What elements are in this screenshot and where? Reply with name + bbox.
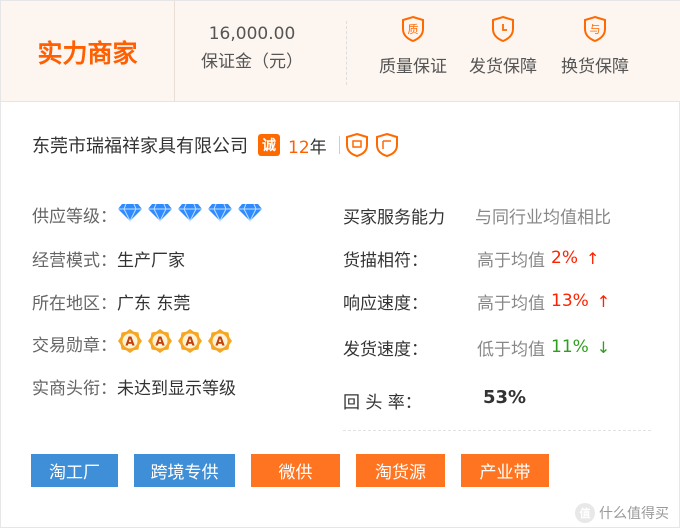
svg-text:A: A [215, 334, 225, 348]
arrow-up-icon: ↑ [596, 291, 611, 311]
company-line: 东莞市瑞福祥家具有限公司 诚 12年 [32, 131, 400, 159]
supply-level-diamonds [117, 202, 267, 227]
medal-icon: A [118, 328, 142, 353]
region-value: 广东 东莞 [117, 293, 191, 314]
service-row-label: 货描相符： [343, 250, 428, 271]
deposit-label: 保证金（元） [201, 52, 303, 72]
service-row-response: 响应速度： 高于均值 13% ↑ [343, 288, 610, 314]
diamond-icon [148, 203, 172, 222]
header-divider [346, 21, 347, 85]
merchant-title-row: 实商头衔： 未达到显示等级 [32, 373, 236, 399]
medal-icon: A [178, 328, 202, 353]
business-mode-row: 经营模式： 生产厂家 [32, 245, 185, 271]
years-badge: 12年 [288, 133, 327, 158]
guarantee-exchange[interactable]: 与 换货保障 [549, 15, 641, 77]
diamond-icon [208, 203, 232, 222]
supplier-header: 实力商家 16,000.00 保证金（元） 质 质量保证 发货保障 与 换货保障 [1, 1, 680, 102]
watermark: 值 什么值得买 [575, 503, 669, 523]
service-row-label: 发货速度： [343, 339, 428, 360]
shield-outline-icon[interactable] [374, 132, 400, 158]
merchant-title-label: 实商头衔： [32, 378, 117, 399]
trade-medals: AAAA [117, 328, 237, 359]
arrow-down-icon: ↓ [596, 337, 611, 357]
supply-level-label: 供应等级： [32, 206, 117, 227]
service-row-percent: 13% [551, 291, 589, 311]
diamond-icon [178, 203, 202, 222]
watermark-text: 什么值得买 [599, 506, 669, 522]
region-row: 所在地区： 广东 东莞 [32, 288, 190, 314]
quality-shield-icon: 质 [402, 15, 424, 43]
arrow-up-icon: ↑ [585, 248, 600, 268]
trade-medal-row: 交易勋章： A A A A [32, 328, 237, 359]
years-unit: 年 [309, 137, 327, 158]
guarantee-delivery-label: 发货保障 [469, 57, 537, 77]
guarantee-quality-label: 质量保证 [379, 57, 447, 77]
guarantee-quality[interactable]: 质 质量保证 [367, 15, 459, 77]
company-name[interactable]: 东莞市瑞福祥家具有限公司 [32, 132, 248, 158]
service-row-description: 货描相符： 高于均值 2% ↑ [343, 245, 599, 271]
service-row-percent: 11% [551, 337, 589, 357]
brand-title: 实力商家 [37, 38, 138, 68]
service-title: 买家服务能力 [343, 208, 445, 228]
bao-guarantee-icon[interactable] [344, 132, 370, 158]
svg-text:与: 与 [590, 23, 601, 36]
merchant-title-value: 未达到显示等级 [117, 378, 236, 399]
cheng-badge-icon: 诚 [258, 134, 280, 156]
service-row-compare: 高于均值 [477, 293, 545, 314]
service-row-compare: 高于均值 [477, 250, 545, 271]
supply-level-row: 供应等级： [32, 201, 267, 227]
repeat-rate-row: 回 头 率： [343, 387, 477, 413]
business-mode-label: 经营模式： [32, 250, 117, 271]
years-number: 12 [288, 137, 310, 158]
company-separator [338, 136, 340, 154]
deposit-block: 16,000.00 保证金（元） [187, 23, 317, 73]
medal-icon: A [148, 328, 172, 353]
service-divider [343, 430, 651, 431]
tag-industry-belt[interactable]: 产业带 [461, 454, 549, 487]
guarantee-exchange-label: 换货保障 [561, 57, 629, 77]
brand-block[interactable]: 实力商家 [1, 1, 175, 102]
service-row-percent: 2% [551, 248, 578, 268]
svg-text:A: A [185, 334, 195, 348]
deposit-amount: 16,000.00 [208, 24, 296, 44]
svg-text:质: 质 [408, 23, 419, 36]
exchange-icon: 与 [584, 15, 606, 43]
diamond-icon [238, 203, 262, 222]
svg-text:A: A [155, 334, 165, 348]
service-row-compare: 低于均值 [477, 339, 545, 360]
repeat-rate-value: 53% [483, 387, 527, 408]
tag-taogongchang[interactable]: 淘工厂 [31, 454, 118, 487]
watermark-logo-icon: 值 [575, 503, 595, 523]
repeat-rate-label: 回 头 率： [343, 392, 422, 413]
region-label: 所在地区： [32, 293, 117, 314]
trade-medal-label: 交易勋章： [32, 335, 117, 356]
delivery-clock-icon [492, 15, 514, 43]
service-row-label: 响应速度： [343, 293, 428, 314]
tag-weigong[interactable]: 微供 [251, 454, 340, 487]
service-row-shipping: 发货速度： 低于均值 11% ↓ [343, 334, 610, 360]
svg-text:A: A [125, 334, 135, 348]
medal-icon: A [208, 328, 232, 353]
service-compare: 与同行业均值相比 [475, 208, 611, 228]
tag-cross-border[interactable]: 跨境专供 [134, 454, 235, 487]
tag-taohuoyuan[interactable]: 淘货源 [356, 454, 445, 487]
guarantee-delivery[interactable]: 发货保障 [457, 15, 549, 77]
diamond-icon [118, 203, 142, 222]
supplier-card: 实力商家 16,000.00 保证金（元） 质 质量保证 发货保障 与 换货保障… [0, 0, 680, 528]
business-mode-value: 生产厂家 [117, 250, 185, 271]
